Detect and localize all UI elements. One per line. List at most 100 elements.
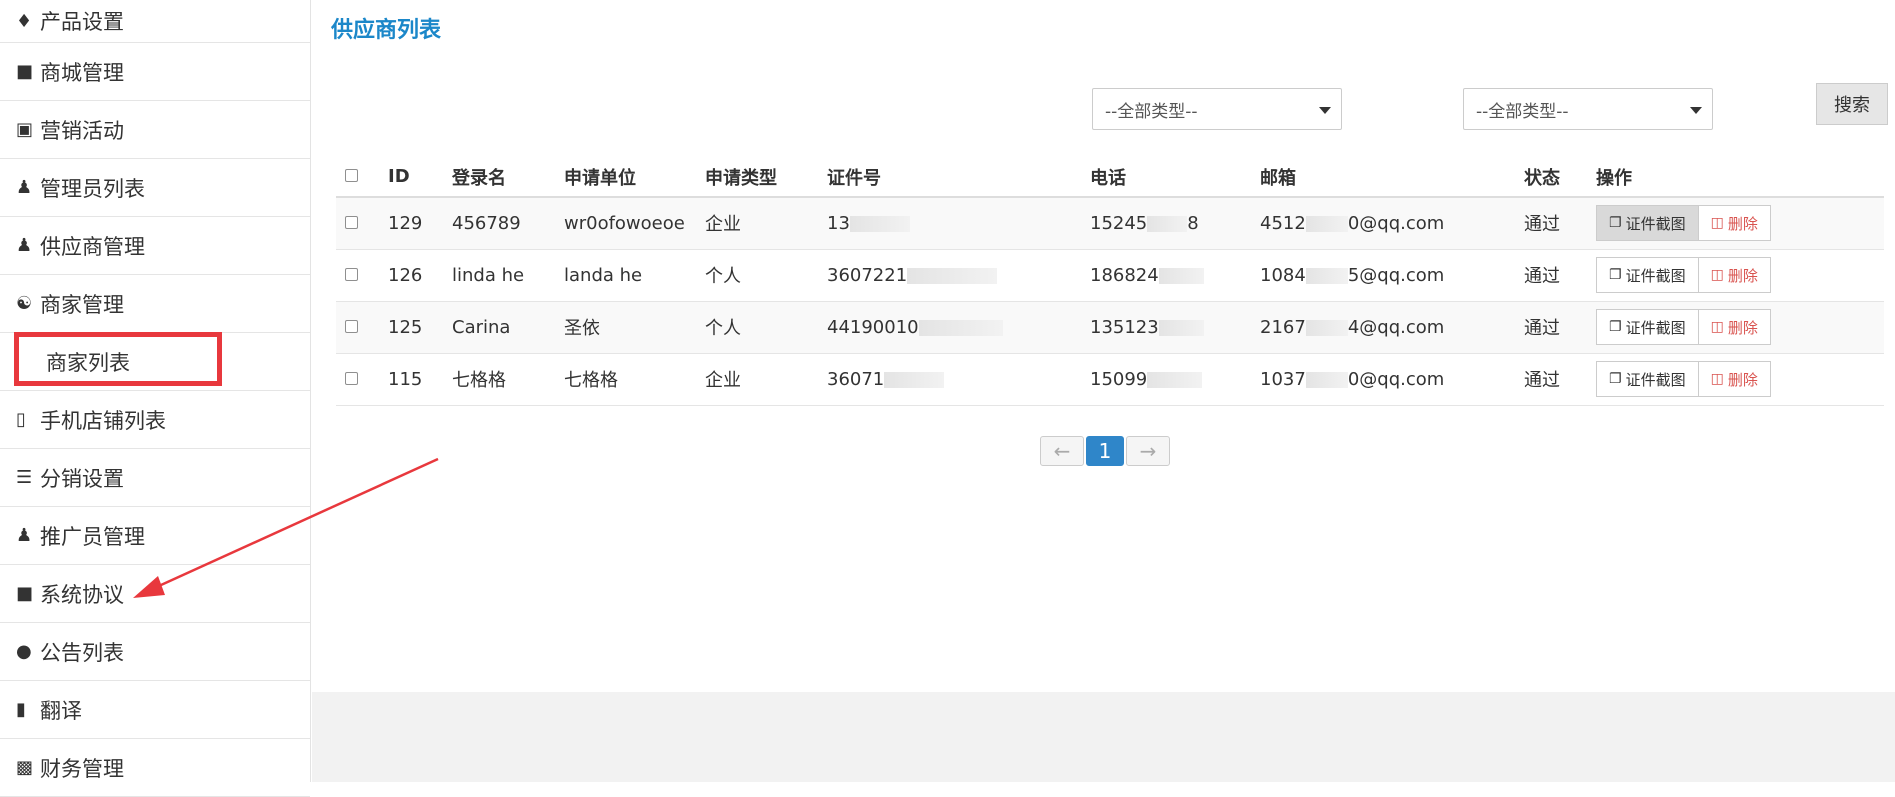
chevron-down-icon xyxy=(1690,107,1702,114)
cell-actions: ❐ 证件截图 ◫ 删除 xyxy=(1596,249,1884,302)
email-prefix: 1084 xyxy=(1260,264,1306,286)
user-tie-icon: ♟ xyxy=(16,525,33,546)
sidebar-item-label: 产品设置 xyxy=(40,10,124,34)
row-checkbox[interactable] xyxy=(345,267,358,281)
main-content: 供应商列表 --全部类型-- --全部类型-- 搜索 ID 登录名 申请单位 申… xyxy=(312,0,1895,782)
comments-icon: ● xyxy=(16,641,32,662)
sidebar-item-label: 系统协议 xyxy=(40,582,124,607)
redacted-blur xyxy=(1305,215,1348,232)
mobile-icon: ▯ xyxy=(16,409,26,430)
phone-visible: 15245 xyxy=(1090,212,1148,234)
sidebar-item-suppliers[interactable]: ♟ 供应商管理 xyxy=(0,217,310,275)
cell-cert: 3607221 xyxy=(827,249,1090,302)
copy-icon: ❐ xyxy=(1609,267,1622,283)
table-row: 125 Carina 圣依 个人 44190010 135123 2167 4@q… xyxy=(336,301,1884,354)
sidebar-item-promoters[interactable]: ♟ 推广员管理 xyxy=(0,507,310,565)
sidebar-item-product-settings[interactable]: ♦ 产品设置 xyxy=(0,0,310,43)
button-label: 删除 xyxy=(1727,370,1758,389)
redacted-blur xyxy=(1147,371,1203,388)
row-select-cell xyxy=(336,249,388,302)
cell-email: 2167 4@qq.com xyxy=(1260,301,1524,354)
col-header: 邮箱 xyxy=(1260,157,1524,198)
prev-page-button[interactable]: ← xyxy=(1040,436,1084,466)
sidebar-item-label: 推广员管理 xyxy=(40,524,145,549)
sidebar-item-finance[interactable]: ▩ 财务管理 xyxy=(0,739,310,797)
cert-visible: 36071 xyxy=(827,368,885,390)
cell-email: 1084 5@qq.com xyxy=(1260,249,1524,302)
row-checkbox[interactable] xyxy=(345,215,358,229)
email-suffix: 0@qq.com xyxy=(1347,212,1445,234)
sidebar-item-mobile-shops[interactable]: ▯ 手机店铺列表 xyxy=(0,391,310,449)
cert-screenshot-button[interactable]: ❐ 证件截图 xyxy=(1596,257,1699,293)
button-label: 删除 xyxy=(1727,318,1758,337)
cell-cert: 36071 xyxy=(827,353,1090,406)
cert-visible: 44190010 xyxy=(827,316,919,338)
sidebar-item-system-agreement[interactable]: ■ 系统协议 xyxy=(0,565,310,623)
delete-button[interactable]: ◫ 删除 xyxy=(1697,361,1771,397)
search-button[interactable]: 搜索 xyxy=(1816,83,1888,125)
redacted-blur xyxy=(1305,371,1348,388)
next-page-button[interactable]: → xyxy=(1126,436,1170,466)
redacted-blur xyxy=(907,267,998,284)
email-suffix: 0@qq.com xyxy=(1347,368,1445,390)
trash-icon: ◫ xyxy=(1710,371,1724,387)
row-select-cell xyxy=(336,301,388,354)
copy-icon: ❐ xyxy=(1609,319,1622,335)
sidebar-item-translation[interactable]: ▮ 翻译 xyxy=(0,681,310,739)
gift-icon: ▣ xyxy=(16,119,34,140)
delete-button[interactable]: ◫ 删除 xyxy=(1697,205,1771,242)
sidebar-item-merchant-list[interactable]: 商家列表 xyxy=(0,333,310,391)
email-prefix: 4512 xyxy=(1260,212,1306,234)
col-header: 操作 xyxy=(1596,157,1884,198)
redacted-blur xyxy=(849,215,910,232)
table-row: 126 linda he landa he 个人 3607221 186824 … xyxy=(336,249,1884,302)
sidebar-item-announcements[interactable]: ● 公告列表 xyxy=(0,623,310,681)
table-header-row: ID 登录名 申请单位 申请类型 证件号 电话 邮箱 状态 操作 xyxy=(336,157,1884,198)
cert-screenshot-button[interactable]: ❐ 证件截图 xyxy=(1596,309,1699,345)
sidebar-item-mall[interactable]: ■ 商城管理 xyxy=(0,43,310,101)
cell-id: 125 xyxy=(388,301,452,354)
sidebar-item-label: 分销设置 xyxy=(40,466,124,491)
sidebar-item-admins[interactable]: ♟ 管理员列表 xyxy=(0,159,310,217)
sidebar-item-merchants[interactable]: ☯ 商家管理 xyxy=(0,275,310,333)
button-label: 证件截图 xyxy=(1625,214,1686,233)
cert-screenshot-button[interactable]: ❐ 证件截图 xyxy=(1596,361,1699,397)
type-filter-select-2[interactable]: --全部类型-- xyxy=(1463,88,1713,130)
footer-band xyxy=(312,692,1895,782)
row-checkbox[interactable] xyxy=(345,319,358,333)
sidebar-item-distribution[interactable]: ☰ 分销设置 xyxy=(0,449,310,507)
cell-unit: wr0ofowoeoe xyxy=(564,197,705,250)
row-checkbox[interactable] xyxy=(345,371,358,385)
cell-phone: 135123 xyxy=(1090,301,1260,354)
cell-actions: ❐ 证件截图 ◫ 删除 xyxy=(1596,353,1884,406)
delete-button[interactable]: ◫ 删除 xyxy=(1697,309,1771,345)
phone-visible: 186824 xyxy=(1090,264,1159,286)
page-1-button[interactable]: 1 xyxy=(1086,436,1124,466)
sidebar-item-label: 商家管理 xyxy=(40,292,124,317)
book-icon: ▮ xyxy=(16,699,26,720)
sidebar-item-label: 营销活动 xyxy=(40,118,124,143)
select-all-checkbox[interactable] xyxy=(345,169,358,182)
bars-icon: ☰ xyxy=(16,467,33,488)
sidebar-item-label: 公告列表 xyxy=(40,640,124,665)
page-title: 供应商列表 xyxy=(331,18,442,43)
cert-screenshot-button[interactable]: ❐ 证件截图 xyxy=(1596,205,1699,242)
users-icon: ☯ xyxy=(16,293,33,314)
delete-button[interactable]: ◫ 删除 xyxy=(1697,257,1771,293)
sidebar-item-label: 手机店铺列表 xyxy=(40,408,166,433)
bag-icon: ■ xyxy=(16,61,34,82)
cell-status: 通过 xyxy=(1524,353,1596,406)
pagination: ← 1 → xyxy=(1040,436,1170,466)
redacted-blur xyxy=(918,319,1003,336)
sidebar-item-label: 翻译 xyxy=(40,698,82,723)
sidebar: ♦ 产品设置 ■ 商城管理 ▣ 营销活动 ♟ 管理员列表 ♟ 供应商管理 ☯ 商家管理 商家… xyxy=(0,0,311,797)
button-label: 证件截图 xyxy=(1625,266,1686,285)
col-header: 登录名 xyxy=(452,157,564,198)
cell-type: 企业 xyxy=(705,353,827,406)
cell-type: 个人 xyxy=(705,249,827,302)
type-filter-select-1[interactable]: --全部类型-- xyxy=(1092,88,1342,130)
sidebar-item-marketing[interactable]: ▣ 营销活动 xyxy=(0,101,310,159)
redacted-blur xyxy=(884,371,945,388)
cell-login: 七格格 xyxy=(452,353,564,406)
cell-phone: 186824 xyxy=(1090,249,1260,302)
